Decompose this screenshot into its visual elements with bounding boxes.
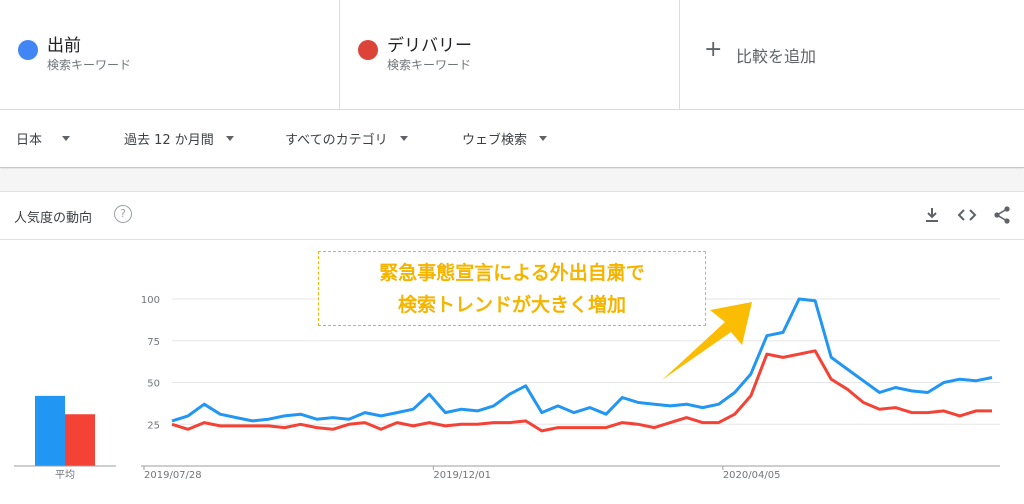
average-bar-delivery <box>65 414 95 466</box>
card-header: 人気度の動向 ? <box>0 192 1024 240</box>
add-comparison-button[interactable]: + 比較を追加 <box>680 0 1024 110</box>
dropdown-arrow-icon <box>62 136 71 141</box>
dropdown-arrow-icon <box>399 136 408 141</box>
x-tick-label: 2019/07/28 <box>144 470 202 481</box>
callout-line-1: 緊急事態宣言による外出自粛で <box>379 262 645 284</box>
share-icon[interactable] <box>992 205 1012 225</box>
average-bar-demae <box>35 395 65 466</box>
term-name: 出前 <box>47 36 81 56</box>
term-card-demae[interactable]: 出前 検索キーワード <box>0 0 340 110</box>
x-tick-label: 2019/12/01 <box>433 470 491 481</box>
dropdown-arrow-icon <box>225 136 234 141</box>
search-terms-bar: 出前 検索キーワード デリバリー 検索キーワード + 比較を追加 <box>0 0 1024 110</box>
card-title: 人気度の動向 <box>14 211 93 226</box>
help-icon[interactable]: ? <box>114 205 132 223</box>
plus-icon: + <box>704 37 723 62</box>
category-dropdown[interactable]: すべてのカテゴリ <box>285 129 408 148</box>
average-label: 平均 <box>55 469 75 481</box>
filter-bar: 日本 過去 12 か月間 すべてのカテゴリ ウェブ検索 <box>0 110 1024 168</box>
dropdown-arrow-icon <box>539 136 548 141</box>
term-card-delivery[interactable]: デリバリー 検索キーワード <box>340 0 680 110</box>
term-type-label: 検索キーワード <box>47 58 132 72</box>
period-value: 過去 12 か月間 <box>124 133 214 148</box>
category-value: すべてのカテゴリ <box>285 133 388 148</box>
search-type-value: ウェブ検索 <box>462 133 528 148</box>
term-name: デリバリー <box>387 36 472 56</box>
series-color-dot <box>18 40 38 60</box>
region-value: 日本 <box>16 133 43 148</box>
y-tick-label: 50 <box>147 379 160 390</box>
embed-code-icon[interactable] <box>957 205 977 225</box>
y-tick-label: 100 <box>141 295 160 306</box>
period-dropdown[interactable]: 過去 12 か月間 <box>124 129 234 148</box>
y-tick-label: 75 <box>147 337 160 348</box>
y-tick-label: 25 <box>147 420 160 431</box>
section-divider <box>0 169 1024 191</box>
download-icon[interactable] <box>922 205 942 225</box>
annotation-callout: 緊急事態宣言による外出自粛で 検索トレンドが大きく増加 <box>318 251 706 326</box>
series-color-dot <box>358 40 378 60</box>
region-dropdown[interactable]: 日本 <box>16 129 71 148</box>
callout-line-2: 検索トレンドが大きく増加 <box>397 294 626 316</box>
add-comparison-label: 比較を追加 <box>736 47 817 66</box>
x-tick-label: 2020/04/05 <box>723 470 781 481</box>
search-type-dropdown[interactable]: ウェブ検索 <box>462 129 548 148</box>
term-type-label: 検索キーワード <box>387 58 472 72</box>
